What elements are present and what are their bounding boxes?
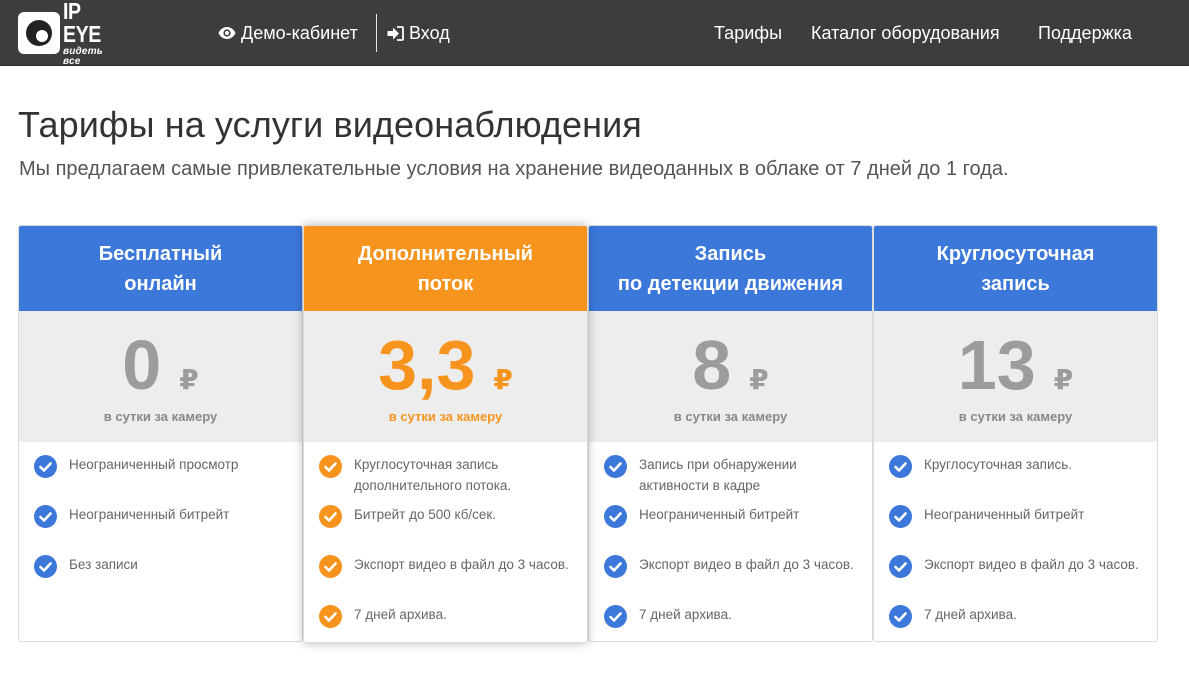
feature-item: Экспорт видео в файл до 3 часов. [589, 554, 872, 604]
feature-item: Без записи [19, 554, 302, 604]
feature-text: Неограниченный просмотр [69, 457, 239, 472]
plan-header: Запись по детекции движения [589, 226, 872, 311]
currency-ruble-sign: ₽ [1053, 364, 1074, 395]
check-circle-icon [889, 455, 912, 478]
currency-ruble-sign: ₽ [749, 364, 769, 395]
plan-price-period: в сутки за камеру [388, 409, 503, 424]
plan-title-line1: Бесплатный [98, 242, 223, 265]
feature-text: Круглосуточная запись дополнительного по… [354, 457, 512, 493]
plan-price-period: в сутки за камеру [103, 409, 218, 424]
plan-card-free-online: Бесплатный онлайн 0 ₽ в сутки за камеру Н… [18, 225, 303, 642]
feature-text: Без записи [69, 557, 138, 572]
plan-features: Круглосуточная запись дополнительного по… [304, 442, 587, 642]
nav-tariffs[interactable]: Тарифы [714, 0, 782, 66]
plan-card-motion-recording: Запись по детекции движения 8 ₽ в сутки з… [588, 225, 873, 642]
check-circle-icon [34, 555, 57, 578]
plan-price-period: в сутки за камеру [958, 409, 1073, 424]
plan-price: 13 [957, 326, 1036, 404]
check-circle-icon [319, 605, 342, 628]
plan-title-line1: Дополнительный [358, 242, 533, 265]
plan-price: 3,3 [378, 326, 476, 404]
check-circle-icon [319, 505, 342, 528]
plan-features: Круглосуточная запись. Неограниченный би… [874, 442, 1157, 641]
plan-price: 8 [692, 326, 732, 404]
feature-text: Битрейт до 500 кб/сек. [354, 507, 497, 522]
sign-in-icon [387, 25, 404, 41]
plan-price-block: 13 ₽ в сутки за камеру [874, 311, 1157, 442]
feature-item: Неограниченный битрейт [19, 504, 302, 554]
feature-item: Экспорт видео в файл до 3 часов. [874, 554, 1157, 604]
plan-title-line2: запись [981, 272, 1050, 295]
plan-card-24h-recording: Круглосуточная запись 13 ₽ в сутки за кам… [873, 225, 1158, 642]
plan-title-line2: по детекции движения [617, 272, 844, 295]
logo-tagline: видеть все [63, 45, 103, 67]
plan-header: Дополнительный поток [304, 226, 587, 311]
plan-header: Бесплатный онлайн [19, 226, 302, 311]
feature-item: Круглосуточная запись. [874, 454, 1157, 504]
plan-price-block: 3,3 ₽ в сутки за камеру [304, 311, 587, 442]
page-title: Тарифы на услуги видеонаблюдения [18, 104, 642, 145]
demo-cabinet-label: Демо-кабинет [241, 22, 358, 43]
logo-title: IP EYE [63, 0, 101, 47]
feature-text: 7 дней архива. [354, 607, 447, 622]
feature-item: 7 дней архива. [589, 604, 872, 641]
demo-cabinet-link[interactable]: Демо-кабинет [218, 0, 358, 66]
feature-item: 7 дней архива. [874, 604, 1157, 641]
plan-features: Неограниченный просмотр Неограниченный б… [19, 442, 302, 604]
feature-text: 7 дней архива. [924, 607, 1017, 622]
check-circle-icon [889, 605, 912, 628]
feature-text: Экспорт видео в файл до 3 часов. [639, 557, 854, 572]
feature-text: 7 дней архива. [639, 607, 732, 622]
nav-equipment-catalog[interactable]: Каталог оборудования [811, 0, 1000, 66]
feature-text: Экспорт видео в файл до 3 часов. [924, 557, 1139, 572]
login-link[interactable]: Вход [387, 0, 450, 66]
plan-title-line1: Запись [694, 242, 767, 265]
login-label: Вход [409, 22, 450, 43]
camera-eye-icon [18, 12, 60, 54]
check-circle-icon [604, 555, 627, 578]
feature-item: 7 дней архива. [304, 604, 587, 642]
plan-price-block: 0 ₽ в сутки за камеру [19, 311, 302, 442]
nav-support[interactable]: Поддержка [1038, 0, 1132, 66]
plan-price: 0 [122, 326, 162, 404]
feature-item: Экспорт видео в файл до 3 часов. [304, 554, 587, 604]
nav-divider [376, 14, 377, 52]
plan-features: Запись при обнаружении активности в кадр… [589, 442, 872, 641]
feature-text: Неограниченный битрейт [69, 507, 230, 522]
feature-text: Неограниченный битрейт [924, 507, 1085, 522]
check-circle-icon [604, 605, 627, 628]
check-circle-icon [604, 455, 627, 478]
currency-ruble-sign: ₽ [493, 364, 513, 395]
feature-item: Круглосуточная запись дополнительного по… [304, 454, 587, 504]
check-circle-icon [34, 455, 57, 478]
feature-text: Круглосуточная запись. [924, 457, 1073, 472]
check-circle-icon [319, 555, 342, 578]
feature-text: Экспорт видео в файл до 3 часов. [354, 557, 569, 572]
feature-item: Неограниченный битрейт [874, 504, 1157, 554]
plan-title-line2: онлайн [124, 272, 197, 295]
check-circle-icon [604, 505, 627, 528]
plan-price-block: 8 ₽ в сутки за камеру [589, 311, 872, 442]
feature-text: Неограниченный битрейт [639, 507, 800, 522]
feature-item: Неограниченный просмотр [19, 454, 302, 504]
plan-title-line1: Круглосуточная [936, 242, 1095, 265]
feature-item: Неограниченный битрейт [589, 504, 872, 554]
page-subtitle: Мы предлагаем самые привлекательные усло… [19, 158, 1009, 180]
eye-icon [218, 27, 236, 39]
check-circle-icon [889, 555, 912, 578]
plan-header: Круглосуточная запись [874, 226, 1157, 311]
plan-price-period: в сутки за камеру [673, 409, 788, 424]
top-navbar: IP EYE видеть все Демо-кабинет Вход Тари… [0, 0, 1189, 66]
feature-text: Запись при обнаружении активности в кадр… [639, 457, 797, 493]
plan-card-extra-stream: Дополнительный поток 3,3 ₽ в сутки за кам… [303, 225, 588, 643]
check-circle-icon [319, 455, 342, 478]
feature-item: Запись при обнаружении активности в кадр… [589, 454, 872, 504]
feature-item: Битрейт до 500 кб/сек. [304, 504, 587, 554]
currency-ruble-sign: ₽ [179, 364, 199, 395]
ipeye-logo[interactable]: IP EYE видеть все [18, 0, 122, 66]
check-circle-icon [34, 505, 57, 528]
check-circle-icon [889, 505, 912, 528]
plan-title-line2: поток [417, 272, 474, 295]
